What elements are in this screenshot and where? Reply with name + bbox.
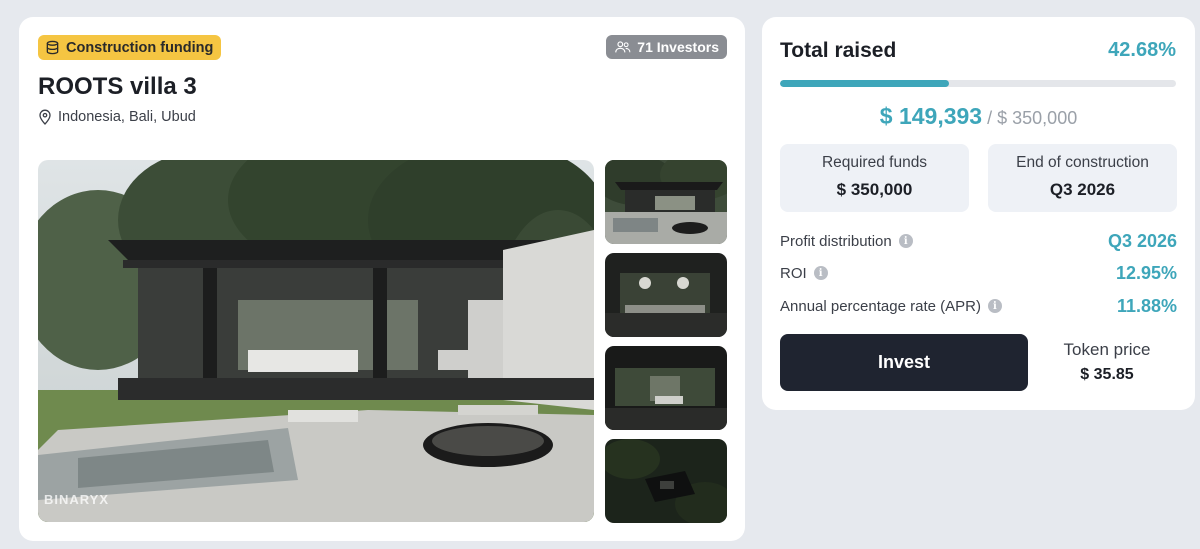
main-villa-photo[interactable]: BINARYX (38, 160, 594, 522)
amount-separator: / (987, 108, 993, 128)
end-of-construction-value: Q3 2026 (1049, 180, 1116, 199)
property-location: Indonesia, Bali, Ubud (38, 109, 196, 125)
required-funds-label: Required funds (821, 154, 928, 171)
investors-count: 71 Investors (637, 39, 719, 55)
apr-label: Annual percentage rate (APR) (780, 297, 981, 315)
property-title: ROOTS villa 3 (38, 73, 197, 100)
raised-percent: 42.68% (1108, 39, 1176, 61)
users-icon (615, 41, 631, 53)
invest-button[interactable]: Invest (780, 334, 1028, 391)
profit-distribution-row: Profit distribution i Q3 2026 (780, 230, 1177, 252)
thumbnail-4[interactable] (605, 439, 727, 523)
thumbnail-aerial-image (605, 439, 727, 523)
database-icon (46, 40, 59, 55)
thumbnail-interior-image (605, 346, 727, 430)
thumbnail-1[interactable] (605, 160, 727, 244)
total-raised-label: Total raised (780, 39, 897, 62)
token-price-value: $ 35.85 (1080, 366, 1134, 383)
profit-distribution-value: Q3 2026 (1107, 230, 1177, 251)
end-of-construction-label: End of construction (1016, 154, 1149, 171)
required-funds-value: $ 350,000 (836, 180, 913, 199)
roi-row: ROI i 12.95% (780, 262, 1177, 284)
profit-distribution-label: Profit distribution (780, 232, 892, 250)
funding-progress-fill (780, 80, 949, 87)
raised-amounts: $ 149,393 / $ 350,000 (762, 103, 1195, 130)
roi-label: ROI (780, 264, 807, 282)
roi-value: 12.95% (1115, 262, 1177, 283)
construction-funding-badge: Construction funding (38, 35, 222, 60)
binaryx-watermark: BINARYX (44, 492, 109, 507)
goal-amount: $ 350,000 (997, 108, 1078, 128)
token-price: Token price $ 35.85 (1042, 340, 1172, 384)
thumbnail-3[interactable] (605, 346, 727, 430)
thumbnail-dining-image (605, 253, 727, 337)
thumbnail-2[interactable] (605, 253, 727, 337)
apr-value: 11.88% (1116, 295, 1177, 316)
villa-render-image: BINARYX (38, 160, 594, 522)
info-icon[interactable]: i (813, 266, 828, 280)
map-pin-icon (39, 109, 51, 125)
raised-amount: $ 149,393 (879, 103, 983, 129)
investors-count-badge: 71 Investors (606, 35, 727, 59)
badge-label: Construction funding (66, 39, 214, 56)
required-funds-box: Required funds $ 350,000 (780, 144, 969, 212)
property-card: Construction funding 71 Investors ROOTS … (19, 17, 745, 541)
apr-row: Annual percentage rate (APR) i 11.88% (780, 295, 1177, 317)
end-of-construction-box: End of construction Q3 2026 (988, 144, 1177, 212)
location-label: Indonesia, Bali, Ubud (58, 109, 196, 125)
funding-card: Total raised 42.68% $ 149,393 / $ 350,00… (762, 17, 1195, 410)
token-price-label: Token price (1063, 340, 1151, 359)
info-icon[interactable]: i (987, 299, 1002, 313)
funding-progress-bar (780, 80, 1176, 87)
thumbnail-exterior-image (605, 160, 727, 244)
info-icon[interactable]: i (898, 234, 913, 248)
